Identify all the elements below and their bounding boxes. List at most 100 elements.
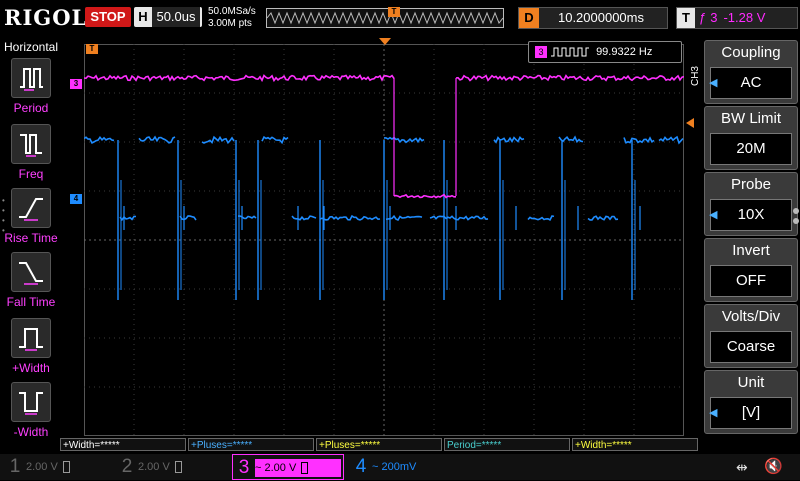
square-wave-icon [551,47,589,57]
trace-segment [179,215,197,221]
trigger-offset-marker[interactable]: T [86,44,98,54]
run-stop-status[interactable]: STOP [85,7,131,27]
coupling-menu-item[interactable]: Coupling AC ◀ [704,40,798,104]
menu-item-label: Volts/Div [721,308,781,325]
trace-segment [587,215,619,221]
memory-overview-waveform [267,11,503,25]
trace-segment [493,136,525,144]
ch4-offset-marker[interactable]: 4 [70,194,82,204]
channel-scale: ~ 200mV [372,458,458,476]
probe-menu-item[interactable]: Probe 10X ◀ [704,172,798,236]
freq-icon [11,124,51,164]
measure-freq[interactable]: Freq [0,124,62,181]
menu-item-label: Coupling [721,44,781,61]
waveform-canvas [83,44,685,436]
menu-item-label: Invert [732,242,770,259]
timebase-indicator[interactable]: H 50.0us [134,7,202,27]
selector-arrow-icon: ◀ [709,407,718,419]
panel-title: Horizontal [3,40,59,54]
measurement-slot[interactable]: Period=***** [444,438,570,451]
unit-menu-item[interactable]: Unit [V] ◀ [704,370,798,434]
period-icon [11,58,51,98]
trace-segment [429,215,489,221]
scale-value: 2.00 V [138,461,170,473]
scale-value: 200mV [381,461,417,473]
measurement-slot[interactable]: +Width=***** [60,438,186,451]
measurement-slot[interactable]: +Pluses=***** [316,438,442,451]
delay-indicator[interactable]: D 10.2000000ms [518,7,668,29]
trace-segment [455,74,685,82]
frequency-value: 99.9322 Hz [596,46,653,58]
ch3-offset-marker[interactable]: 3 [70,79,82,89]
menu-item-value: Coarse [710,331,792,363]
memory-depth: 3.00M pts [208,18,252,29]
channel-number: 4 [355,456,367,477]
channel-4-status[interactable]: 4 ~ 200mV [350,454,460,480]
menu-item-label: BW Limit [721,110,781,127]
menu-item-value: [V] [710,397,792,429]
bw-limit-menu-item[interactable]: BW Limit 20M [704,106,798,170]
channel-scale: 2.00 V [138,458,224,476]
trigger-position-marker: T [388,7,400,17]
trace-segment [83,74,395,83]
usb-icon: ⇹ [736,459,748,475]
top-status-bar: RIGOL STOP H 50.0us 50.0MSa/s 3.00M pts T… [0,0,800,36]
sample-rate: 50.0MSa/s [208,6,256,17]
measure-label: Freq [18,167,44,181]
channel-number: 2 [121,456,133,477]
menu-item-value: 20M [710,133,792,165]
trace-segment [238,215,257,220]
brand-logo: RIGOL [4,5,88,30]
probe-icon [301,462,309,475]
measure-rise-time[interactable]: Rise Time [0,188,62,245]
menu-item-value: 10X [710,199,792,231]
channel-number: 3 [238,457,250,478]
channel-status-bar: 1 2.00 V 2 2.00 V 3 ~ 2.00 V 4 ~ 200mV ⇹… [0,454,800,480]
measure-label: -Width [13,425,49,439]
menu-page-dot [793,218,799,224]
delay-label: D [519,8,539,28]
channel-3-status[interactable]: 3 ~ 2.00 V [232,454,344,480]
trace-segment [319,214,381,221]
timebase-label: H [138,9,148,24]
trigger-label: T [677,8,695,28]
measure-period[interactable]: Period [0,58,62,115]
trigger-level: -1.28 V [723,10,766,25]
waveform-display[interactable] [83,44,685,436]
selector-arrow-icon: ◀ [709,209,718,221]
measurement-slot[interactable]: +Pluses=***** [188,438,314,451]
trigger-position-arrow [379,38,391,45]
measure-fall-time[interactable]: Fall Time [0,252,62,309]
delay-value: 10.2000000ms [557,10,644,25]
measurement-slot[interactable]: +Width=***** [572,438,698,451]
channel-menu: Coupling AC ◀ BW Limit 20M Probe 10X ◀ I… [704,40,798,436]
rise-time-icon [11,188,51,228]
channel-2-status[interactable]: 2 2.00 V [116,454,224,480]
trace-segment [201,135,235,145]
menu-page-dot [793,208,799,214]
channel-scale: ~ 2.00 V [255,459,341,477]
neg-width-icon [11,382,51,422]
measure-neg-width[interactable]: -Width [0,382,62,439]
menu-item-value: OFF [710,265,792,297]
trace-segment [291,215,317,221]
acquisition-info: 50.0MSa/s 3.00M pts [208,6,256,30]
invert-menu-item[interactable]: Invert OFF [704,238,798,302]
channel-1-status[interactable]: 1 2.00 V [4,454,112,480]
channel-scale: 2.00 V [26,458,112,476]
ch4-waveform [83,135,684,300]
timebase-value: 50.0us [152,7,200,27]
measure-pos-width[interactable]: +Width [0,318,62,375]
menu-channel-label: CH3 [690,66,701,87]
speaker-mute-icon[interactable]: 🔇 [764,457,783,475]
memory-overview-bar[interactable] [266,8,504,28]
frequency-readout: 3 99.9322 Hz [528,41,682,63]
probe-icon [62,461,70,474]
menu-item-value: AC [710,67,792,99]
trigger-indicator[interactable]: Tƒ 3 -1.28 V [676,7,798,29]
selector-arrow-icon: ◀ [709,77,718,89]
measure-label: +Width [12,361,50,375]
measure-label: Fall Time [6,295,56,309]
horizontal-measure-panel: Horizontal Period Freq Rise Time Fall Ti… [0,36,62,452]
volts-div-menu-item[interactable]: Volts/Div Coarse [704,304,798,368]
